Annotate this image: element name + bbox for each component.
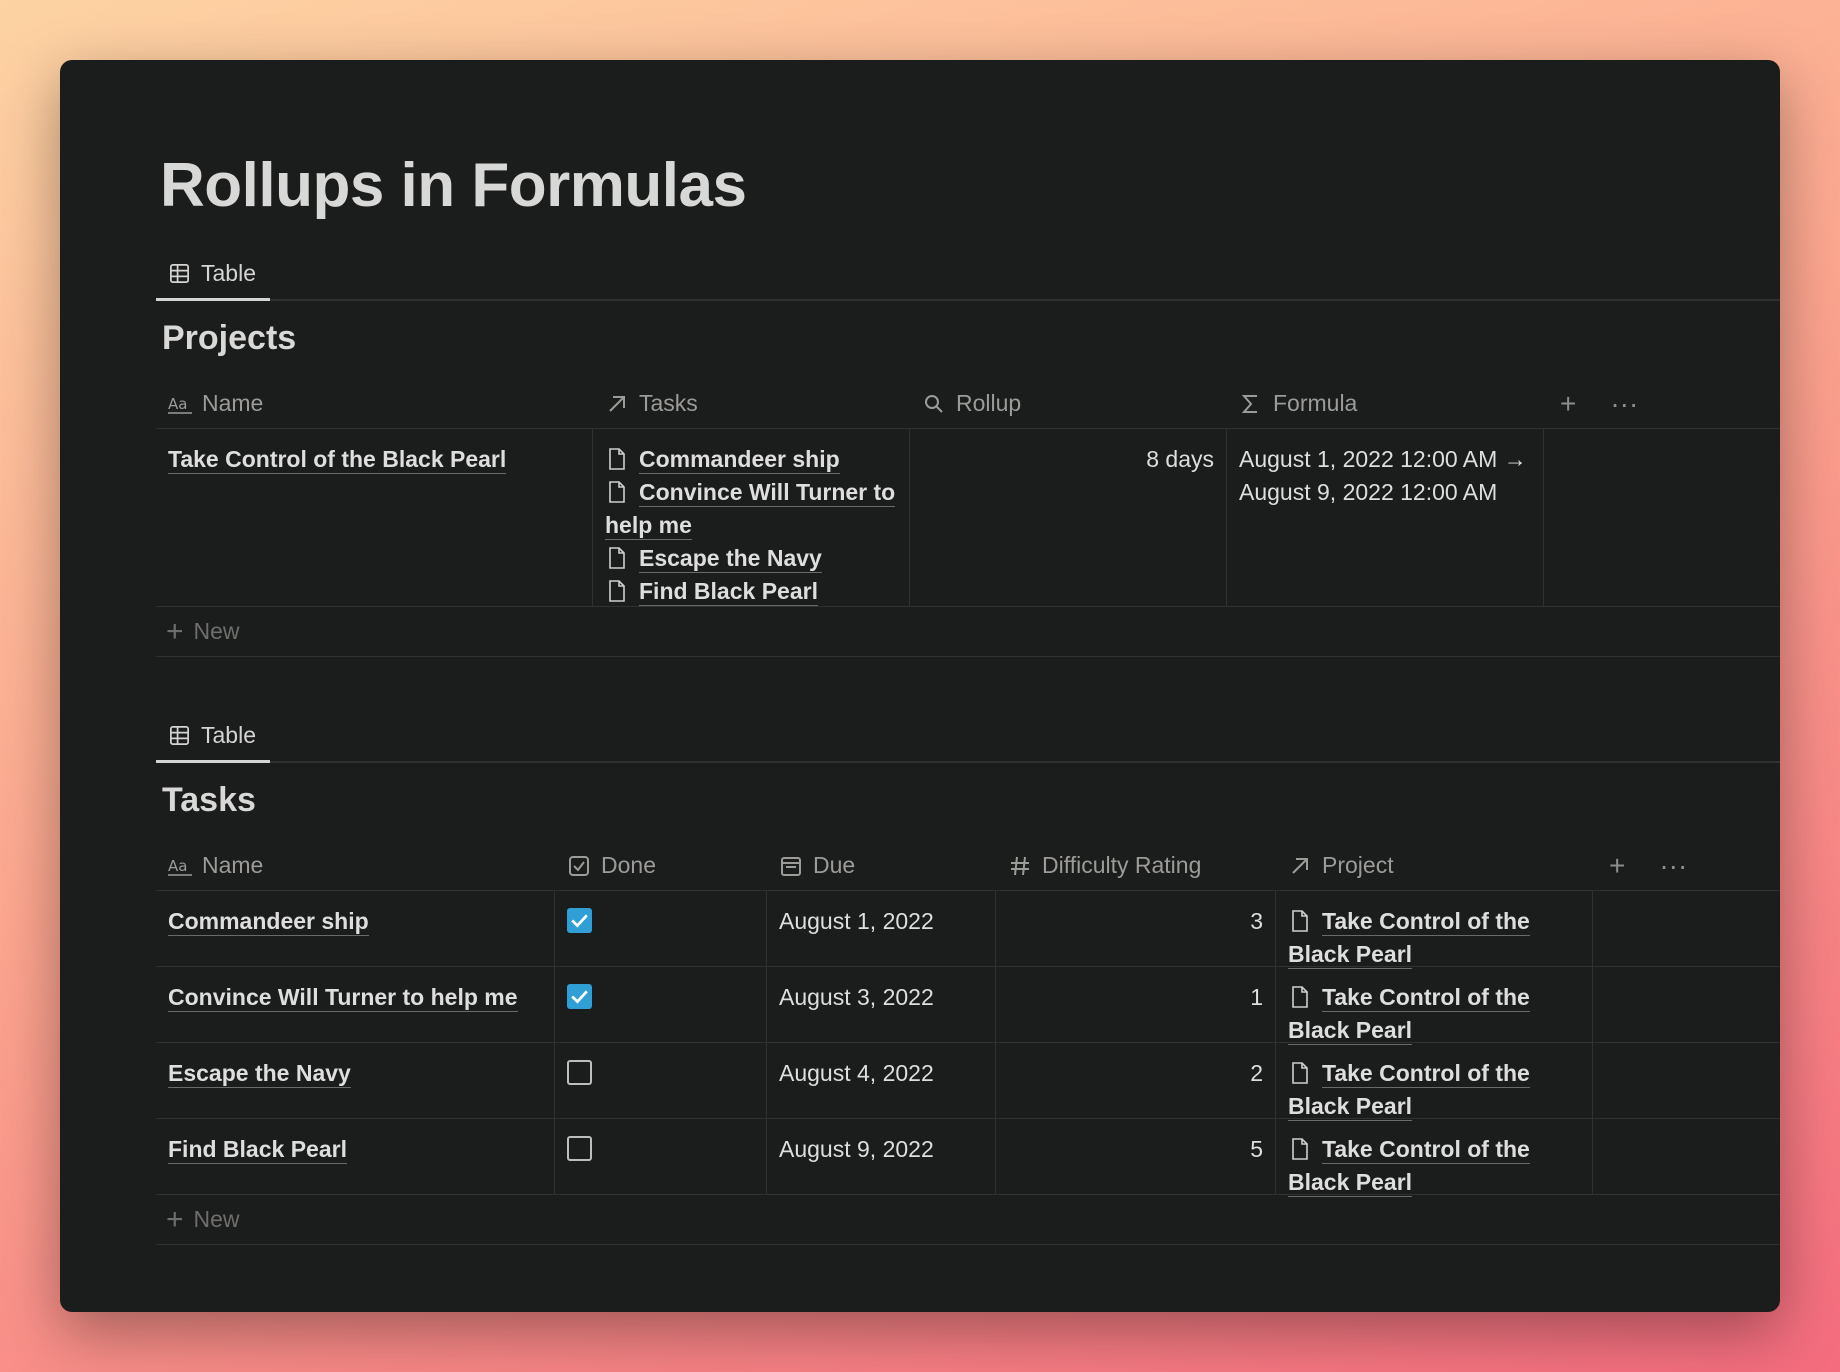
projects-new-row-button[interactable]: + New: [156, 607, 1780, 657]
tab-label: Table: [201, 259, 256, 286]
ellipsis-icon[interactable]: ···: [1659, 850, 1687, 882]
checkbox-unchecked[interactable]: [567, 1136, 592, 1161]
table-icon: [170, 263, 189, 283]
search-icon: [925, 394, 943, 413]
projects-database: Table Projects Aa Name Tasks Rollup Form…: [156, 248, 1780, 657]
tasks-table-tab[interactable]: Table: [156, 710, 270, 763]
column-header-name[interactable]: Aa Name: [156, 379, 593, 428]
relation-item[interactable]: Escape the Navy: [605, 542, 897, 575]
svg-text:Aa: Aa: [168, 395, 187, 413]
cell-difficulty[interactable]: 5: [996, 1119, 1276, 1194]
cell-rollup[interactable]: 8 days: [910, 429, 1227, 606]
tasks-header: Aa Name Done Due Difficulty Rating Proje…: [156, 841, 1780, 891]
relation-item[interactable]: Find Black Pearl: [605, 575, 897, 608]
cell-project[interactable]: Take Control of the Black Pearl: [1276, 891, 1593, 969]
tab-label: Table: [201, 721, 256, 748]
column-header-name[interactable]: Aa Name: [156, 841, 555, 890]
cell-name[interactable]: Convince Will Turner to help me: [156, 967, 555, 1042]
plus-icon[interactable]: +: [1609, 850, 1625, 882]
cell-done[interactable]: [555, 967, 767, 1042]
page-icon: [1292, 1138, 1308, 1160]
page-icon: [609, 580, 625, 602]
cell-difficulty[interactable]: 1: [996, 967, 1276, 1042]
cell-name[interactable]: Escape the Navy: [156, 1043, 555, 1118]
cell-name[interactable]: Take Control of the Black Pearl: [156, 429, 593, 606]
cell-due[interactable]: August 3, 2022: [767, 967, 996, 1042]
table-row[interactable]: Commandeer ship August 1, 2022 3 Take Co…: [156, 891, 1780, 969]
cell-formula[interactable]: August 1, 2022 12:00 AM → August 9, 2022…: [1227, 429, 1544, 606]
projects-view-tabs: Table: [156, 248, 1780, 301]
column-header-due[interactable]: Due: [767, 841, 996, 890]
page-icon: [609, 448, 625, 470]
checkbox-checked[interactable]: [567, 908, 592, 933]
tasks-title: Tasks: [162, 781, 256, 819]
page-icon: [1292, 910, 1308, 932]
column-header-done[interactable]: Done: [555, 841, 767, 890]
header-actions: + ···: [1593, 841, 1687, 890]
tasks-view-tabs: Table: [156, 710, 1780, 763]
relation-arrow-icon: [609, 395, 625, 412]
checkbox-property-icon: [569, 855, 589, 876]
page-title: Rollups in Formulas: [160, 151, 747, 220]
cell-tasks[interactable]: Commandeer ship Convince Will Turner to …: [593, 429, 910, 606]
column-header-rollup[interactable]: Rollup: [910, 379, 1227, 428]
table-row[interactable]: Take Control of the Black Pearl Commande…: [156, 429, 1780, 607]
table-row[interactable]: Escape the Navy August 4, 2022 2 Take Co…: [156, 1043, 1780, 1121]
ellipsis-icon[interactable]: ···: [1610, 388, 1638, 420]
projects-header: Aa Name Tasks Rollup Formula + ···: [156, 379, 1780, 429]
tasks-database: Table Tasks Aa Name Done Due Difficulty …: [156, 710, 1780, 1245]
cell-project[interactable]: Take Control of the Black Pearl: [1276, 1043, 1593, 1121]
relation-item[interactable]: Commandeer ship: [605, 443, 897, 476]
cell-difficulty[interactable]: 3: [996, 891, 1276, 966]
page-icon: [1292, 986, 1308, 1008]
cell-name[interactable]: Find Black Pearl: [156, 1119, 555, 1194]
cell-name[interactable]: Commandeer ship: [156, 891, 555, 966]
sigma-icon: [1241, 394, 1257, 413]
app-window: Rollups in Formulas Table Projects Aa Na…: [60, 60, 1780, 1312]
relation-arrow-icon: [1292, 857, 1308, 874]
projects-table-tab[interactable]: Table: [156, 248, 270, 301]
table-icon: [170, 725, 189, 745]
projects-title: Projects: [162, 319, 297, 357]
checkmark-icon: [571, 914, 588, 928]
column-header-formula[interactable]: Formula: [1227, 379, 1544, 428]
checkbox-unchecked[interactable]: [567, 1060, 592, 1085]
calendar-icon: [781, 856, 801, 876]
text-property-icon: Aa: [168, 857, 192, 876]
cell-due[interactable]: August 1, 2022: [767, 891, 996, 966]
cell-done[interactable]: [555, 1043, 767, 1118]
column-header-project[interactable]: Project: [1276, 841, 1593, 890]
relation-item[interactable]: Convince Will Turner to help me: [605, 476, 897, 542]
plus-icon: +: [166, 1202, 184, 1236]
cell-difficulty[interactable]: 2: [996, 1043, 1276, 1118]
page-icon: [609, 481, 625, 503]
cell-due[interactable]: August 9, 2022: [767, 1119, 996, 1194]
table-row[interactable]: Find Black Pearl August 9, 2022 5 Take C…: [156, 1119, 1780, 1197]
column-header-difficulty[interactable]: Difficulty Rating: [996, 841, 1276, 890]
text-property-icon: Aa: [168, 395, 192, 414]
plus-icon: +: [166, 614, 184, 648]
cell-done[interactable]: [555, 1119, 767, 1194]
cell-project[interactable]: Take Control of the Black Pearl: [1276, 967, 1593, 1045]
plus-icon[interactable]: +: [1560, 388, 1576, 420]
number-hash-icon: [1011, 856, 1029, 875]
cell-project[interactable]: Take Control of the Black Pearl: [1276, 1119, 1593, 1197]
page-icon: [609, 547, 625, 569]
checkmark-icon: [571, 990, 588, 1004]
cell-done[interactable]: [555, 891, 767, 966]
cell-due[interactable]: August 4, 2022: [767, 1043, 996, 1118]
page-icon: [1292, 1062, 1308, 1084]
table-row[interactable]: Convince Will Turner to help me August 3…: [156, 967, 1780, 1045]
tasks-new-row-button[interactable]: + New: [156, 1195, 1780, 1245]
checkbox-checked[interactable]: [567, 984, 592, 1009]
svg-text:Aa: Aa: [168, 857, 187, 875]
header-actions: + ···: [1544, 379, 1638, 428]
column-header-tasks[interactable]: Tasks: [593, 379, 910, 428]
